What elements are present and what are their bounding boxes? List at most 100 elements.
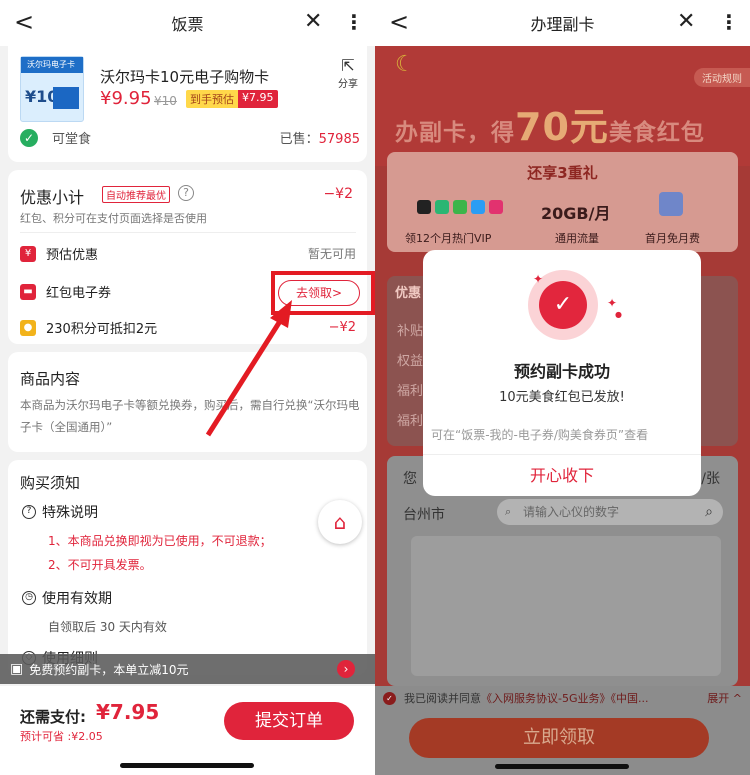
modal-title: 预约副卡成功 xyxy=(513,362,610,381)
right-screen: < 办理副卡 ✕ ⋮ ☾ 活动规则 办副卡，得70元美食红包 还享3重礼 领12… xyxy=(375,0,750,775)
promo-banner-text: 免费预约副卡，本单立减10元 xyxy=(29,662,189,677)
search-placeholder: 请输入心仪的数字 xyxy=(523,505,620,519)
app-icon xyxy=(453,200,467,214)
walmart-badge-icon xyxy=(53,87,79,109)
rules-button[interactable]: 活动规则 xyxy=(694,68,750,87)
checkbox-checked-icon[interactable]: ✓ xyxy=(383,691,396,705)
discount-row-label: 预估优惠 xyxy=(46,248,99,263)
gift-data-main: 20GB/月 xyxy=(541,204,611,223)
left-screen: < 饭票 ✕ ⋮ 沃尔玛电子卡 ¥10 沃尔玛卡10元电子购物卡 ¥9.95 ¥… xyxy=(0,0,375,775)
estimate-label: 到手预估 xyxy=(186,90,238,108)
more-icon[interactable]: ⋮ xyxy=(344,11,364,33)
chevron-right-icon[interactable]: › xyxy=(337,660,355,678)
gift-data-sub: 通用流量 xyxy=(555,232,599,245)
dine-in-tag: 可堂食 xyxy=(52,132,92,147)
special-note-2: 2、不可开具发票。 xyxy=(48,558,152,572)
sold-count: 已售：57985 xyxy=(279,132,360,147)
modal-subtitle: 10元美食红包已发放! xyxy=(499,390,625,405)
close-icon[interactable]: ✕ xyxy=(677,11,695,33)
benefit-list-title: 优惠 xyxy=(395,286,422,301)
number-list-blurred xyxy=(411,536,721,676)
product-card: 沃尔玛电子卡 ¥10 沃尔玛卡10元电子购物卡 ¥9.95 ¥10 到手预估 ¥… xyxy=(8,46,367,162)
pay-label: 还需支付: xyxy=(20,708,86,726)
validity-title: ◷ 使用有效期 xyxy=(22,588,112,608)
help-icon[interactable]: ? xyxy=(178,185,194,201)
coins-icon: ● xyxy=(20,319,36,336)
content-card: 商品内容 本商品为沃尔玛电子卡等额兑换券，购买后，需自行兑换“沃尔玛电子卡（全国… xyxy=(8,352,367,452)
sparkle-icon: ✦ xyxy=(607,296,618,310)
agreement-link[interactable]: 《入网服务协议-5G业务》《中国... xyxy=(481,690,648,706)
divider xyxy=(20,232,356,233)
share-button[interactable]: ⇱ 分享 xyxy=(338,56,358,90)
estimate-badge: 到手预估 ¥7.95 xyxy=(186,90,278,108)
promo-banner[interactable]: ▣ 免费预约副卡，本单立减10元 › xyxy=(0,654,375,684)
more-icon[interactable]: ⋮ xyxy=(719,11,739,33)
sim-card-icon: ▣ xyxy=(10,661,24,677)
agreement-row[interactable]: ✓ 我已阅读并同意 《入网服务协议-5G业务》《中国... 展开 ^ xyxy=(375,686,750,710)
submit-order-button[interactable]: 提交订单 xyxy=(224,702,354,740)
gift-fee-sub: 首月免月费 xyxy=(645,232,700,245)
discount-row-label: 红包电子券 xyxy=(46,286,112,301)
gift-title: 还享3重礼 xyxy=(527,164,598,182)
youku-icon xyxy=(471,200,485,214)
form-label: 您 xyxy=(403,471,417,487)
original-price: ¥10 xyxy=(154,94,177,108)
red-envelope-icon: ▬ xyxy=(20,283,36,300)
notice-card: 购买须知 ? 特殊说明 1、本商品兑换即视为已使用，不可退款； 2、不可开具发票… xyxy=(8,460,367,675)
auto-recommend-badge: 自动推荐最优 xyxy=(102,186,170,203)
discount-row-label: 230积分可抵扣2元 xyxy=(46,322,158,337)
list-item: 补贴 xyxy=(397,324,424,339)
number-search-input[interactable]: ⌕ 请输入心仪的数字 ⌕ xyxy=(497,499,723,525)
iqiyi-icon xyxy=(435,200,449,214)
special-note-1: 1、本商品兑换即视为已使用，不可退款； xyxy=(48,534,272,548)
search-icon: ⌕ xyxy=(505,505,512,518)
close-icon[interactable]: ✕ xyxy=(304,11,322,33)
sparkle-icon: ● xyxy=(615,310,622,319)
expand-button[interactable]: 展开 ^ xyxy=(707,690,742,706)
city-select[interactable]: 台州市 xyxy=(403,504,445,524)
product-tag-row: ✓ 可堂食 已售：57985 xyxy=(20,128,360,147)
discount-row-estimate: ¥ 预估优惠 暂无可用 xyxy=(20,244,356,263)
notice-title: 购买须知 xyxy=(20,474,81,492)
home-indicator xyxy=(495,764,629,769)
discount-row-points: ● 230积分可抵扣2元 −¥2 xyxy=(20,318,356,337)
estimate-price: ¥7.95 xyxy=(238,90,278,108)
product-thumbnail: 沃尔玛电子卡 ¥10 xyxy=(20,56,84,122)
headline: 办副卡，得70元美食红包 xyxy=(395,105,705,149)
pay-amount: ¥7.95 xyxy=(96,700,160,724)
form-unit: /张 xyxy=(701,471,720,487)
check-icon: ✓ xyxy=(539,281,587,329)
discount-row-value: 暂无可用 xyxy=(307,247,356,261)
product-price: ¥9.95 xyxy=(100,88,152,109)
claim-button[interactable]: 立即领取 xyxy=(409,718,709,758)
list-item: 权益 xyxy=(397,354,424,369)
share-icon: ⇱ xyxy=(341,56,355,75)
video-icon xyxy=(489,200,503,214)
page-title: 办理副卡 xyxy=(530,15,595,34)
sim-card-icon xyxy=(659,192,683,216)
top-nav: < 饭票 ✕ ⋮ xyxy=(0,0,375,46)
home-icon[interactable]: ⌂ xyxy=(318,500,362,544)
back-icon[interactable]: < xyxy=(389,10,409,34)
moon-icon: ☾ xyxy=(395,52,415,77)
back-icon[interactable]: < xyxy=(14,10,34,34)
discount-total: −¥2 xyxy=(323,186,353,202)
top-nav: < 办理副卡 ✕ ⋮ xyxy=(375,0,750,46)
yen-icon: ¥ xyxy=(20,245,36,262)
gift-card: 还享3重礼 领12个月热门VIP 20GB/月 通用流量 首月免月费 xyxy=(387,152,738,252)
content-desc: 本商品为沃尔玛电子卡等额兑换券，购买后，需自行兑换“沃尔玛电子卡（全国通用）” xyxy=(20,398,360,434)
save-text: 预计可省 :¥2.05 xyxy=(20,730,103,743)
checkout-footer: 还需支付: ¥7.95 预计可省 :¥2.05 提交订单 xyxy=(0,686,375,775)
check-icon: ✓ xyxy=(20,128,38,147)
gift-vip-sub: 领12个月热门VIP xyxy=(405,232,492,245)
right-footer: 立即领取 xyxy=(375,710,750,775)
content-title: 商品内容 xyxy=(20,370,81,388)
thumb-label: 沃尔玛电子卡 xyxy=(21,57,83,73)
validity-text: 自领取后 30 天内有效 xyxy=(48,620,167,634)
share-label: 分享 xyxy=(338,79,358,90)
agreement-text: 我已阅读并同意 xyxy=(404,692,481,705)
search-icon[interactable]: ⌕ xyxy=(705,499,713,525)
accept-button[interactable]: 开心收下 xyxy=(423,462,701,486)
discount-subtitle: 红包、积分可在支付页面选择是否使用 xyxy=(20,212,207,225)
success-modal: ✓ ✦ ✦ ● 预约副卡成功 10元美食红包已发放! 可在“饭票-我的-电子券/… xyxy=(423,250,701,496)
